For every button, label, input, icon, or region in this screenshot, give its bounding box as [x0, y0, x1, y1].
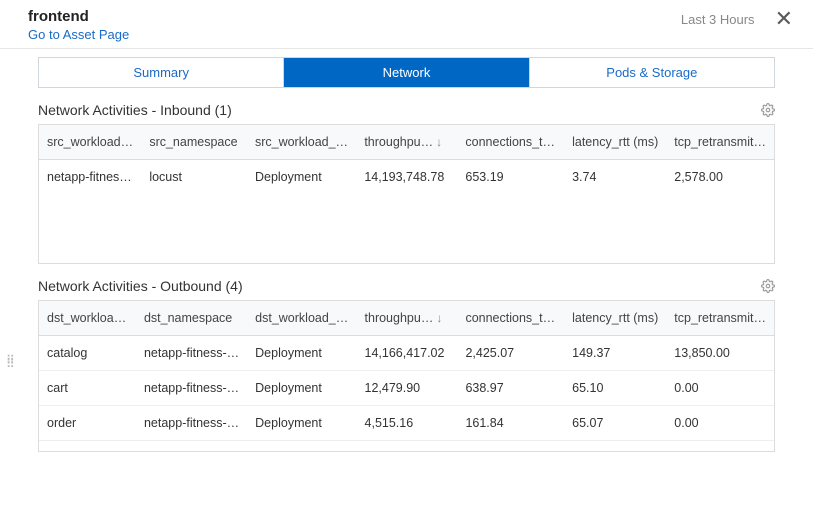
sort-desc-icon: ↓ — [436, 135, 442, 149]
cell-src-workload: netapp-fitnes… — [39, 160, 141, 195]
col-throughput[interactable]: throughpu…↓ — [357, 301, 458, 336]
close-icon[interactable]: ✕ — [773, 8, 795, 30]
cell-throughput: 12,479.90 — [357, 371, 458, 406]
outbound-table-container: dst_workloa… dst_namespace dst_workload_… — [38, 300, 775, 452]
tabs: Summary Network Pods & Storage — [38, 57, 775, 88]
cell-partial — [357, 441, 458, 453]
header-right: Last 3 Hours ✕ — [681, 8, 795, 30]
inbound-header-row: src_workload… src_namespace src_workload… — [39, 125, 774, 160]
cell-retransmit: 13,850.00 — [666, 336, 774, 371]
cell-latency: 65.10 — [564, 371, 666, 406]
cell-src-workload-type: Deployment — [247, 160, 356, 195]
header-left: frontend Go to Asset Page — [28, 8, 129, 42]
cell-dst-workload: catalog — [39, 336, 136, 371]
cell-throughput: 14,193,748.78 — [356, 160, 457, 195]
gear-icon[interactable] — [761, 103, 775, 117]
cell-throughput: 4,515.16 — [357, 406, 458, 441]
throughput-label: throughpu… — [364, 135, 433, 149]
table-row-partial[interactable] — [39, 441, 774, 453]
gear-icon[interactable] — [761, 279, 775, 293]
outbound-header: Network Activities - Outbound (4) — [38, 278, 775, 294]
tab-network[interactable]: Network — [283, 58, 528, 87]
col-connections[interactable]: connections_t… — [457, 125, 564, 160]
cell-retransmit: 0.00 — [666, 406, 774, 441]
outbound-title: Network Activities - Outbound (4) — [38, 278, 243, 294]
inbound-title: Network Activities - Inbound (1) — [38, 102, 232, 118]
table-row[interactable]: order netapp-fitness-… Deployment 4,515.… — [39, 406, 774, 441]
col-dst-workload-type[interactable]: dst_workload_… — [247, 301, 356, 336]
col-retransmit[interactable]: tcp_retransmit… — [666, 301, 774, 336]
cell-dst-workload-type: Deployment — [247, 336, 356, 371]
cell-retransmit: 0.00 — [666, 371, 774, 406]
inbound-header: Network Activities - Inbound (1) — [38, 102, 775, 118]
col-throughput[interactable]: throughpu…↓ — [356, 125, 457, 160]
time-range-label: Last 3 Hours — [681, 12, 755, 27]
table-row[interactable]: catalog netapp-fitness-… Deployment 14,1… — [39, 336, 774, 371]
outbound-section: Network Activities - Outbound (4) dst_wo… — [38, 278, 775, 452]
cell-dst-workload-type: Deployment — [247, 406, 356, 441]
asset-page-link[interactable]: Go to Asset Page — [28, 27, 129, 42]
header: frontend Go to Asset Page Last 3 Hours ✕ — [0, 0, 813, 49]
cell-dst-workload-type: Deployment — [247, 371, 356, 406]
cell-partial — [564, 441, 666, 453]
table-row[interactable]: cart netapp-fitness-… Deployment 12,479.… — [39, 371, 774, 406]
inbound-table-container: src_workload… src_namespace src_workload… — [38, 124, 775, 264]
col-src-workload[interactable]: src_workload… — [39, 125, 141, 160]
cell-partial — [136, 441, 247, 453]
cell-partial — [39, 441, 136, 453]
col-src-workload-type[interactable]: src_workload_… — [247, 125, 356, 160]
outbound-header-row: dst_workloa… dst_namespace dst_workload_… — [39, 301, 774, 336]
cell-dst-workload: order — [39, 406, 136, 441]
cell-partial — [457, 441, 564, 453]
cell-dst-workload: cart — [39, 371, 136, 406]
col-latency[interactable]: latency_rtt (ms) — [564, 125, 666, 160]
col-dst-workload[interactable]: dst_workloa… — [39, 301, 136, 336]
tab-summary[interactable]: Summary — [39, 58, 283, 87]
outbound-table: dst_workloa… dst_namespace dst_workload_… — [39, 301, 774, 452]
cell-throughput: 14,166,417.02 — [357, 336, 458, 371]
table-row[interactable]: netapp-fitnes… locust Deployment 14,193,… — [39, 160, 774, 195]
cell-latency: 149.37 — [564, 336, 666, 371]
col-dst-namespace[interactable]: dst_namespace — [136, 301, 247, 336]
drag-handle-icon[interactable]: ⠿⠿ — [6, 358, 14, 366]
cell-dst-namespace: netapp-fitness-… — [136, 371, 247, 406]
cell-dst-namespace: netapp-fitness-… — [136, 406, 247, 441]
cell-partial — [666, 441, 774, 453]
inbound-section: Network Activities - Inbound (1) src_wor… — [38, 102, 775, 264]
cell-partial — [247, 441, 356, 453]
cell-retransmit: 2,578.00 — [666, 160, 774, 195]
cell-connections: 653.19 — [457, 160, 564, 195]
col-retransmit[interactable]: tcp_retransmit… — [666, 125, 774, 160]
cell-connections: 2,425.07 — [457, 336, 564, 371]
col-src-namespace[interactable]: src_namespace — [141, 125, 247, 160]
throughput-label: throughpu… — [365, 311, 434, 325]
cell-connections: 638.97 — [457, 371, 564, 406]
page-title: frontend — [28, 8, 129, 25]
cell-latency: 3.74 — [564, 160, 666, 195]
col-latency[interactable]: latency_rtt (ms) — [564, 301, 666, 336]
sort-desc-icon: ↓ — [436, 311, 442, 325]
cell-latency: 65.07 — [564, 406, 666, 441]
cell-src-namespace: locust — [141, 160, 247, 195]
cell-connections: 161.84 — [457, 406, 564, 441]
tab-pods-storage[interactable]: Pods & Storage — [529, 58, 774, 87]
col-connections[interactable]: connections_t… — [457, 301, 564, 336]
inbound-table: src_workload… src_namespace src_workload… — [39, 125, 774, 194]
cell-dst-namespace: netapp-fitness-… — [136, 336, 247, 371]
